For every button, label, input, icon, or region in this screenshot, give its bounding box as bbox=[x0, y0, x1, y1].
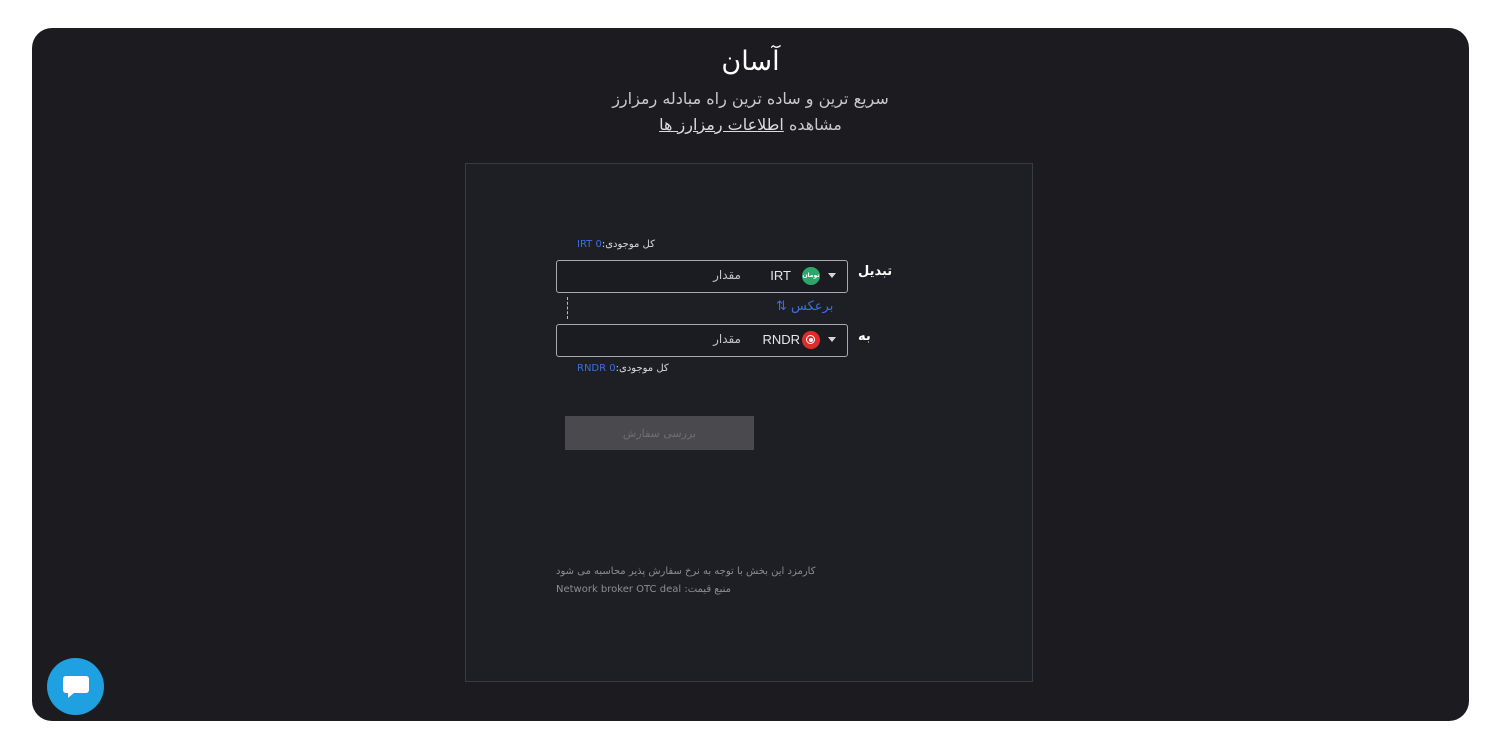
reverse-button[interactable]: برعکس ⇅ bbox=[776, 299, 833, 314]
info-prefix: مشاهده bbox=[788, 115, 842, 134]
exchange-card: کل موجودی:0 IRT تبدیل تومان IRT مقدار بر… bbox=[465, 163, 1033, 682]
app-frame: آسان سریع ترین و ساده ترین راه مبادله رم… bbox=[32, 28, 1469, 721]
connector-line bbox=[567, 297, 568, 319]
toman-icon: تومان bbox=[802, 267, 820, 285]
info-line: مشاهده اطلاعات رمزارز ها bbox=[32, 115, 1469, 134]
to-balance-label: کل موجودی: bbox=[615, 363, 669, 374]
chevron-down-icon[interactable] bbox=[828, 273, 836, 278]
from-label: تبدیل bbox=[858, 264, 893, 279]
to-balance-value[interactable]: 0 RNDR bbox=[577, 363, 616, 374]
price-source: منبع قیمت: Network broker OTC deal bbox=[556, 584, 731, 595]
to-balance: کل موجودی:0 RNDR bbox=[577, 363, 669, 374]
to-coin-select[interactable]: RNDR bbox=[762, 332, 800, 347]
page-title: آسان bbox=[721, 46, 780, 77]
chevron-down-icon[interactable] bbox=[828, 337, 836, 342]
chat-icon bbox=[63, 676, 89, 693]
crypto-info-link[interactable]: اطلاعات رمزارز ها bbox=[659, 115, 784, 134]
toman-icon-text: تومان bbox=[802, 272, 820, 279]
page-subtitle: سریع ترین و ساده ترین راه مبادله رمزارز bbox=[612, 89, 889, 108]
review-order-button[interactable]: بررسی سفارش bbox=[565, 416, 754, 450]
chat-button[interactable] bbox=[47, 658, 104, 715]
from-balance: کل موجودی:0 IRT bbox=[577, 239, 655, 250]
rndr-icon bbox=[802, 331, 820, 349]
reverse-label: برعکس bbox=[791, 299, 834, 314]
from-coin-select[interactable]: IRT bbox=[770, 268, 791, 283]
from-balance-label: کل موجودی: bbox=[601, 239, 655, 250]
to-field[interactable]: RNDR مقدار bbox=[556, 324, 848, 357]
from-amount-input[interactable]: مقدار bbox=[713, 268, 741, 282]
from-field[interactable]: تومان IRT مقدار bbox=[556, 260, 848, 293]
price-source-label: منبع قیمت: bbox=[684, 584, 731, 595]
to-amount-input[interactable]: مقدار bbox=[713, 332, 741, 346]
from-balance-value[interactable]: 0 IRT bbox=[577, 239, 602, 250]
fee-note: کارمزد این بخش با توجه به نرخ سفارش پذیر… bbox=[556, 566, 816, 577]
price-source-value: Network broker OTC deal bbox=[556, 584, 682, 595]
to-label: به bbox=[858, 329, 871, 344]
swap-vertical-icon: ⇅ bbox=[776, 299, 787, 314]
